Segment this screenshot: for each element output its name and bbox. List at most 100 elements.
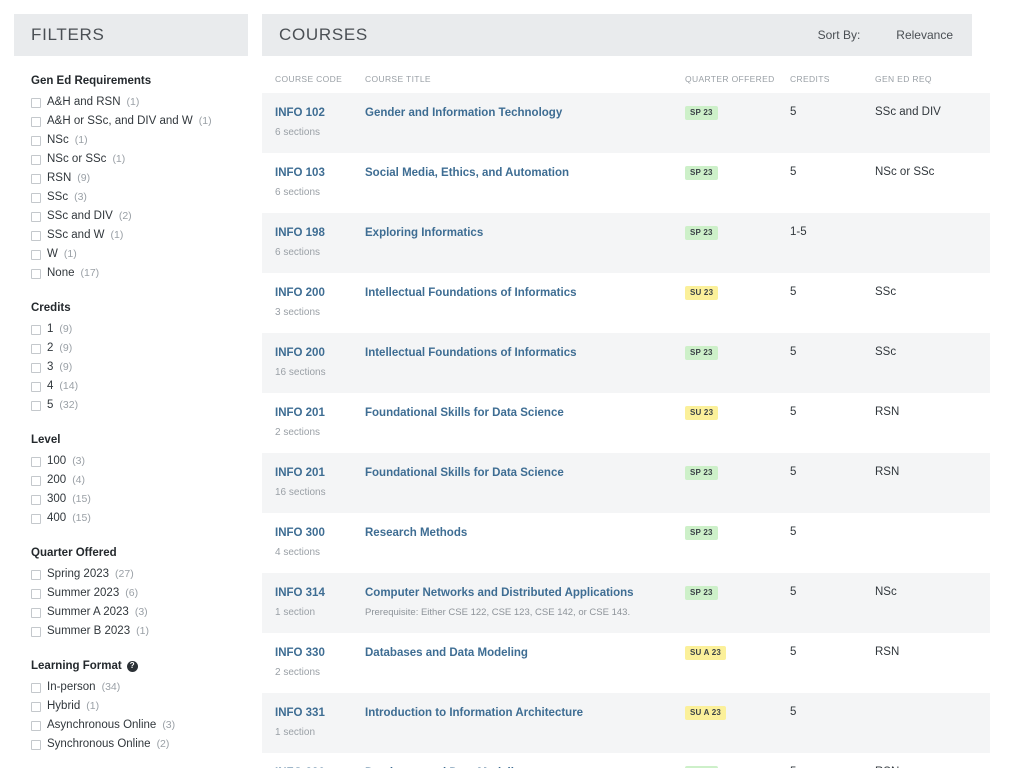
cell-course-title: Computer Networks and Distributed Applic… — [365, 573, 685, 633]
course-code-link[interactable]: INFO 201 — [275, 466, 365, 480]
course-code-link[interactable]: INFO 331 — [275, 706, 365, 720]
checkbox[interactable] — [31, 381, 41, 392]
filter-option[interactable]: Hybrid (1) — [14, 697, 248, 716]
filter-option[interactable]: SSc (3) — [14, 188, 248, 207]
filter-option[interactable]: NSc or SSc (1) — [14, 150, 248, 169]
checkbox[interactable] — [31, 211, 41, 222]
filter-option-count: (1) — [86, 700, 100, 712]
checkbox[interactable] — [31, 97, 41, 108]
filter-option[interactable]: 3 (9) — [14, 358, 248, 377]
checkbox[interactable] — [31, 626, 41, 637]
table-row[interactable]: INFO 331 1 section Introduction to Informa… — [262, 693, 990, 753]
course-code-link[interactable]: INFO 103 — [275, 166, 365, 180]
table-row[interactable]: INFO 3304 sectionsDatabases and Data Mod… — [262, 753, 990, 768]
filter-option[interactable]: RSN (9) — [14, 169, 248, 188]
column-header-course-code[interactable]: COURSE CODE — [262, 56, 365, 93]
filter-option[interactable]: 300 (15) — [14, 490, 248, 509]
course-code-link[interactable]: INFO 201 — [275, 406, 365, 420]
checkbox[interactable] — [31, 362, 41, 373]
filter-option[interactable]: Summer A 2023 (3) — [14, 603, 248, 622]
course-title-link[interactable]: Intellectual Foundations of Informatics — [365, 286, 685, 300]
filter-option[interactable]: Summer B 2023 (1) — [14, 622, 248, 641]
filter-option[interactable]: Spring 2023 (27) — [14, 565, 248, 584]
checkbox[interactable] — [31, 268, 41, 279]
table-row[interactable]: INFO 102 6 sections Gender and Information… — [262, 93, 990, 153]
checkbox[interactable] — [31, 456, 41, 467]
sort-by-value[interactable]: Relevance — [896, 28, 953, 42]
course-title-link[interactable]: Intellectual Foundations of Informatics — [365, 346, 685, 360]
checkbox[interactable] — [31, 569, 41, 580]
column-header-credits[interactable]: CREDITS — [790, 56, 875, 93]
checkbox[interactable] — [31, 154, 41, 165]
course-title-link[interactable]: Gender and Information Technology — [365, 106, 685, 120]
course-title-link[interactable]: Foundational Skills for Data Science — [365, 406, 685, 420]
checkbox[interactable] — [31, 701, 41, 712]
filter-option[interactable]: A&H or SSc, and DIV and W (1) — [14, 112, 248, 131]
checkbox[interactable] — [31, 116, 41, 127]
checkbox[interactable] — [31, 475, 41, 486]
table-row[interactable]: INFO 314 1 section Computer Networks and D… — [262, 573, 990, 633]
filter-option[interactable]: 2 (9) — [14, 339, 248, 358]
checkbox[interactable] — [31, 192, 41, 203]
checkbox[interactable] — [31, 324, 41, 335]
course-title-link[interactable]: Computer Networks and Distributed Applic… — [365, 586, 685, 600]
filter-option[interactable]: 100 (3) — [14, 452, 248, 471]
filter-option[interactable]: Summer 2023 (6) — [14, 584, 248, 603]
filter-option[interactable]: 5 (32) — [14, 396, 248, 415]
filter-option[interactable]: None (17) — [14, 264, 248, 283]
filter-option[interactable]: 200 (4) — [14, 471, 248, 490]
filter-option[interactable]: In-person (34) — [14, 678, 248, 697]
course-code-link[interactable]: INFO 330 — [275, 646, 365, 660]
checkbox[interactable] — [31, 400, 41, 411]
cell-gen-ed-req — [875, 213, 990, 273]
quarter-badge: SP 23 — [685, 226, 718, 240]
filter-option[interactable]: SSc and W (1) — [14, 226, 248, 245]
checkbox[interactable] — [31, 230, 41, 241]
checkbox[interactable] — [31, 588, 41, 599]
checkbox[interactable] — [31, 249, 41, 260]
checkbox[interactable] — [31, 494, 41, 505]
table-row[interactable]: INFO 330 2 sections Databases and Data Mod… — [262, 633, 990, 693]
checkbox[interactable] — [31, 173, 41, 184]
checkbox[interactable] — [31, 607, 41, 618]
course-title-link[interactable]: Social Media, Ethics, and Automation — [365, 166, 685, 180]
column-header-course-title[interactable]: COURSE TITLE — [365, 56, 685, 93]
table-row[interactable]: INFO 103 6 sections Social Media, Ethics, … — [262, 153, 990, 213]
course-code-link[interactable]: INFO 198 — [275, 226, 365, 240]
course-title-link[interactable]: Research Methods — [365, 526, 685, 540]
table-row[interactable]: INFO 198 6 sections Exploring Informatics S… — [262, 213, 990, 273]
course-title-link[interactable]: Foundational Skills for Data Science — [365, 466, 685, 480]
filter-option[interactable]: Synchronous Online (2) — [14, 735, 248, 754]
course-code-link[interactable]: INFO 200 — [275, 286, 365, 300]
column-header-gen-ed-req[interactable]: GEN ED REQ — [875, 56, 990, 93]
checkbox[interactable] — [31, 343, 41, 354]
column-header-quarter-offered[interactable]: QUARTER OFFERED — [685, 56, 790, 93]
filter-option-label: A&H and RSN — [47, 96, 121, 108]
course-code-link[interactable]: INFO 200 — [275, 346, 365, 360]
filter-option[interactable]: W (1) — [14, 245, 248, 264]
filter-option[interactable]: NSc (1) — [14, 131, 248, 150]
course-code-link[interactable]: INFO 300 — [275, 526, 365, 540]
filter-option[interactable]: 1 (9) — [14, 320, 248, 339]
course-title-link[interactable]: Exploring Informatics — [365, 226, 685, 240]
checkbox[interactable] — [31, 513, 41, 524]
filter-option[interactable]: SSc and DIV (2) — [14, 207, 248, 226]
table-row[interactable]: INFO 300 4 sections Research Methods SP 23 5 — [262, 513, 990, 573]
course-title-link[interactable]: Databases and Data Modeling — [365, 646, 685, 660]
course-code-link[interactable]: INFO 102 — [275, 106, 365, 120]
help-icon[interactable]: ? — [126, 660, 138, 672]
table-row[interactable]: INFO 200 16 sections Intellectual Foundati… — [262, 333, 990, 393]
filter-option[interactable]: Asynchronous Online (3) — [14, 716, 248, 735]
filter-option[interactable]: A&H and RSN (1) — [14, 93, 248, 112]
table-row[interactable]: INFO 200 3 sections Intellectual Foundatio… — [262, 273, 990, 333]
checkbox[interactable] — [31, 739, 41, 750]
checkbox[interactable] — [31, 135, 41, 146]
table-row[interactable]: INFO 201 2 sections Foundational Skills fo… — [262, 393, 990, 453]
filter-option[interactable]: 4 (14) — [14, 377, 248, 396]
table-row[interactable]: INFO 201 16 sections Foundational Skills f… — [262, 453, 990, 513]
filter-option[interactable]: 400 (15) — [14, 509, 248, 528]
course-title-link[interactable]: Introduction to Information Architecture — [365, 706, 685, 720]
course-code-link[interactable]: INFO 314 — [275, 586, 365, 600]
checkbox[interactable] — [31, 720, 41, 731]
checkbox[interactable] — [31, 682, 41, 693]
